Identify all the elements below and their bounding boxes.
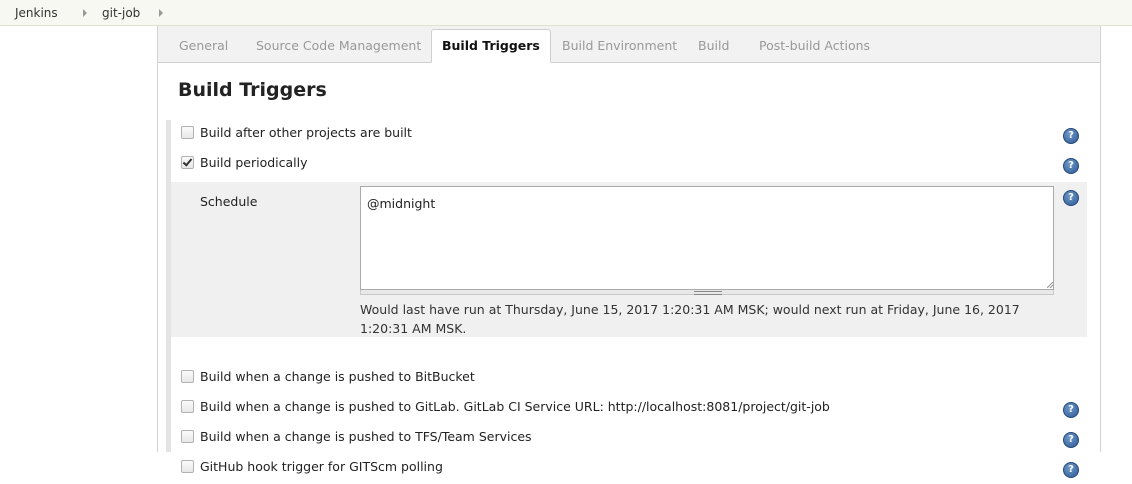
- help-icon[interactable]: ?: [1063, 190, 1079, 206]
- trigger-checkbox[interactable]: [181, 370, 194, 383]
- trigger-checkbox[interactable]: [181, 126, 194, 139]
- trigger-label[interactable]: Build after other projects are built: [200, 125, 412, 140]
- help-icon[interactable]: ?: [1063, 128, 1079, 144]
- trigger-checkbox[interactable]: [181, 400, 194, 413]
- trigger-label[interactable]: Build when a change is pushed to TFS/Tea…: [200, 429, 532, 444]
- trigger-checkbox[interactable]: [181, 156, 194, 169]
- breadcrumb-jenkins[interactable]: Jenkins: [15, 6, 58, 20]
- schedule-textarea[interactable]: @midnight: [360, 186, 1054, 290]
- tab-build-triggers[interactable]: Build Triggers: [431, 29, 551, 63]
- tab-source-code-management[interactable]: Source Code Management: [256, 38, 421, 53]
- breadcrumb: Jenkins git-job: [0, 0, 1132, 26]
- trigger-row: Build after other projects are built ?: [171, 120, 1097, 150]
- tab-post-build-actions[interactable]: Post-build Actions: [759, 38, 870, 53]
- trigger-checkbox[interactable]: [181, 460, 194, 473]
- config-panel: General Source Code Management Build Tri…: [157, 26, 1101, 478]
- schedule-block: Schedule @midnight Would last have run a…: [171, 182, 1087, 337]
- help-icon[interactable]: ?: [1063, 402, 1079, 418]
- trigger-label[interactable]: Build when a change is pushed to BitBuck…: [200, 369, 475, 384]
- chevron-right-icon[interactable]: [83, 9, 87, 17]
- trigger-checkbox[interactable]: [181, 430, 194, 443]
- tab-build-environment[interactable]: Build Environment: [562, 38, 677, 53]
- schedule-info: Would last have run at Thursday, June 15…: [360, 302, 1020, 336]
- trigger-label[interactable]: GitHub hook trigger for GITScm polling: [200, 459, 443, 474]
- trigger-row: Build when a change is pushed to TFS/Tea…: [171, 424, 1097, 454]
- chevron-right-icon[interactable]: [159, 9, 163, 17]
- trigger-label[interactable]: Build periodically: [200, 155, 308, 170]
- help-icon[interactable]: ?: [1063, 158, 1079, 174]
- trigger-row: Build when a change is pushed to BitBuck…: [171, 364, 1097, 394]
- resize-handle-icon[interactable]: [1047, 282, 1053, 288]
- textarea-grip[interactable]: [360, 290, 1054, 295]
- breadcrumb-git-job[interactable]: git-job: [102, 6, 140, 20]
- schedule-label: Schedule: [200, 194, 258, 209]
- help-icon[interactable]: ?: [1063, 432, 1079, 448]
- tab-bar: General Source Code Management Build Tri…: [158, 26, 1100, 63]
- help-icon[interactable]: ?: [1063, 462, 1079, 478]
- tab-general[interactable]: General: [179, 38, 228, 53]
- section-title: Build Triggers: [178, 79, 327, 101]
- trigger-row: Build periodically ?: [171, 150, 1097, 180]
- tab-build[interactable]: Build: [698, 38, 729, 53]
- build-triggers-section: Build after other projects are built ? B…: [166, 120, 1097, 478]
- trigger-row: GitHub hook trigger for GITScm polling ?: [171, 454, 1097, 484]
- trigger-label[interactable]: Build when a change is pushed to GitLab.…: [200, 399, 830, 414]
- trigger-row: Build when a change is pushed to GitLab.…: [171, 394, 1097, 424]
